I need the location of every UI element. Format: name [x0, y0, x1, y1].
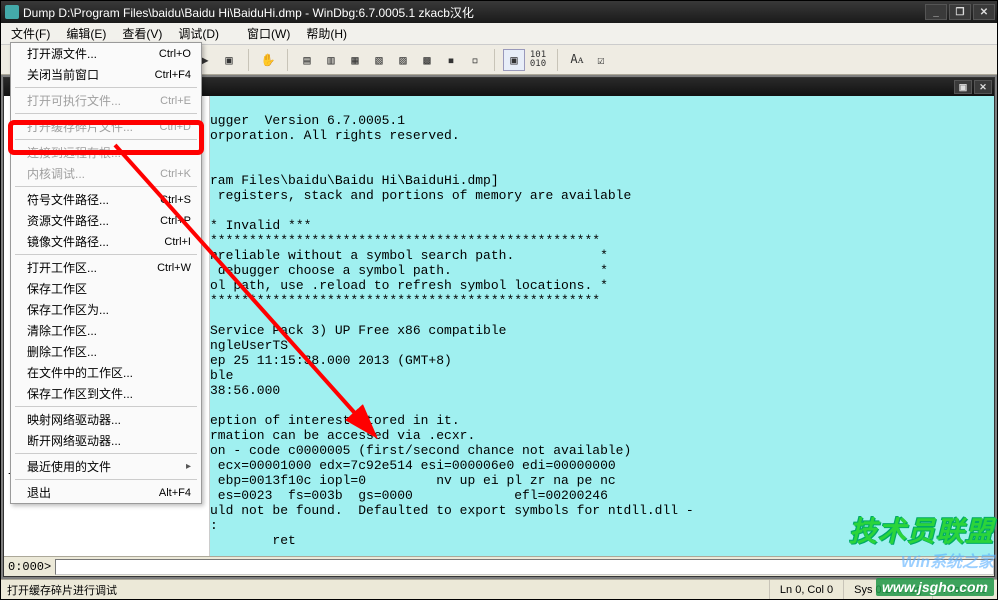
menu-item[interactable]: 删除工作区... — [11, 341, 201, 362]
menu-item[interactable]: 打开可执行文件...Ctrl+E — [11, 90, 201, 111]
app-icon — [5, 5, 19, 19]
status-sys: Sys 0:D:\Prog — [843, 580, 932, 599]
maximize-button[interactable]: ❐ — [949, 4, 971, 20]
scratch-window-icon[interactable]: ▫ — [464, 49, 486, 71]
options-icon[interactable]: ☑ — [590, 49, 612, 71]
window-title: Dump D:\Program Files\baidu\Baidu Hi\Bai… — [23, 4, 925, 21]
menu-item[interactable]: 最近使用的文件 — [11, 456, 201, 477]
registers-window-icon[interactable]: ▧ — [368, 49, 390, 71]
hex-icon[interactable]: 101010 — [527, 49, 549, 71]
call-stack-window-icon[interactable]: ▩ — [416, 49, 438, 71]
menu-item[interactable]: 关闭当前窗口Ctrl+F4 — [11, 64, 201, 85]
file-menu-dropdown: 打开源文件...Ctrl+O关闭当前窗口Ctrl+F4 打开可执行文件...Ctr… — [10, 42, 202, 504]
inner-restore-button[interactable]: ▣ — [954, 80, 972, 94]
status-text: 打开缓存碎片进行调试 — [1, 582, 769, 598]
break-icon[interactable]: ▣ — [218, 49, 240, 71]
menu-help[interactable]: 帮助(H) — [300, 23, 353, 44]
menu-view[interactable]: 查看(V) — [116, 23, 168, 44]
menu-item[interactable]: 保存工作区 — [11, 278, 201, 299]
breakpoint-icon[interactable]: ✋ — [257, 49, 279, 71]
command-prompt: 0:000> — [4, 560, 55, 574]
menu-file[interactable]: 文件(F) — [5, 23, 56, 44]
menu-debug[interactable]: 调试(D) — [172, 23, 225, 44]
menu-item[interactable]: 资源文件路径...Ctrl+P — [11, 210, 201, 231]
menu-item[interactable]: 映射网络驱动器... — [11, 409, 201, 430]
menu-item[interactable]: 在文件中的工作区... — [11, 362, 201, 383]
menu-item[interactable]: 保存工作区到文件... — [11, 383, 201, 404]
window-controls: _ ❐ ✕ — [925, 4, 997, 20]
menu-item[interactable]: 保存工作区为... — [11, 299, 201, 320]
menu-item[interactable]: 打开源文件...Ctrl+O — [11, 43, 201, 64]
font-icon[interactable]: Aᴀ — [566, 49, 588, 71]
command-input-row: 0:000> — [4, 556, 994, 576]
memory-window-icon[interactable]: ▨ — [392, 49, 414, 71]
menu-item[interactable]: 符号文件路径...Ctrl+S — [11, 189, 201, 210]
menu-item[interactable]: 镜像文件路径...Ctrl+I — [11, 231, 201, 252]
menu-item[interactable]: 打开缓存碎片文件...Ctrl+D — [11, 116, 201, 137]
menu-window[interactable]: 窗口(W) — [241, 23, 296, 44]
locals-window-icon[interactable]: ▦ — [344, 49, 366, 71]
inner-close-button[interactable]: ✕ — [974, 80, 992, 94]
menu-item[interactable]: 打开工作区...Ctrl+W — [11, 257, 201, 278]
minimize-button[interactable]: _ — [925, 4, 947, 20]
cmd-window-icon[interactable]: ▤ — [296, 49, 318, 71]
menu-edit[interactable]: 编辑(E) — [60, 23, 112, 44]
menu-item[interactable]: 清除工作区... — [11, 320, 201, 341]
status-proc: Proc 000 — [932, 580, 997, 599]
output-pane[interactable]: ugger Version 6.7.0005.1 orporation. All… — [210, 96, 994, 556]
command-input[interactable] — [55, 559, 994, 575]
menu-item[interactable]: 断开网络驱动器... — [11, 430, 201, 451]
menu-item[interactable]: 退出Alt+F4 — [11, 482, 201, 503]
close-button[interactable]: ✕ — [973, 4, 995, 20]
title-bar: Dump D:\Program Files\baidu\Baidu Hi\Bai… — [1, 1, 997, 23]
source-mode-icon[interactable]: ▣ — [503, 49, 525, 71]
menu-item[interactable]: 连接到远程存根... — [11, 142, 201, 163]
watch-window-icon[interactable]: ▥ — [320, 49, 342, 71]
status-ln-col: Ln 0, Col 0 — [769, 580, 843, 599]
status-bar: 打开缓存碎片进行调试 Ln 0, Col 0 Sys 0:D:\Prog Pro… — [1, 579, 997, 599]
menu-item[interactable]: 内核调试...Ctrl+K — [11, 163, 201, 184]
disasm-window-icon[interactable]: ▪ — [440, 49, 462, 71]
